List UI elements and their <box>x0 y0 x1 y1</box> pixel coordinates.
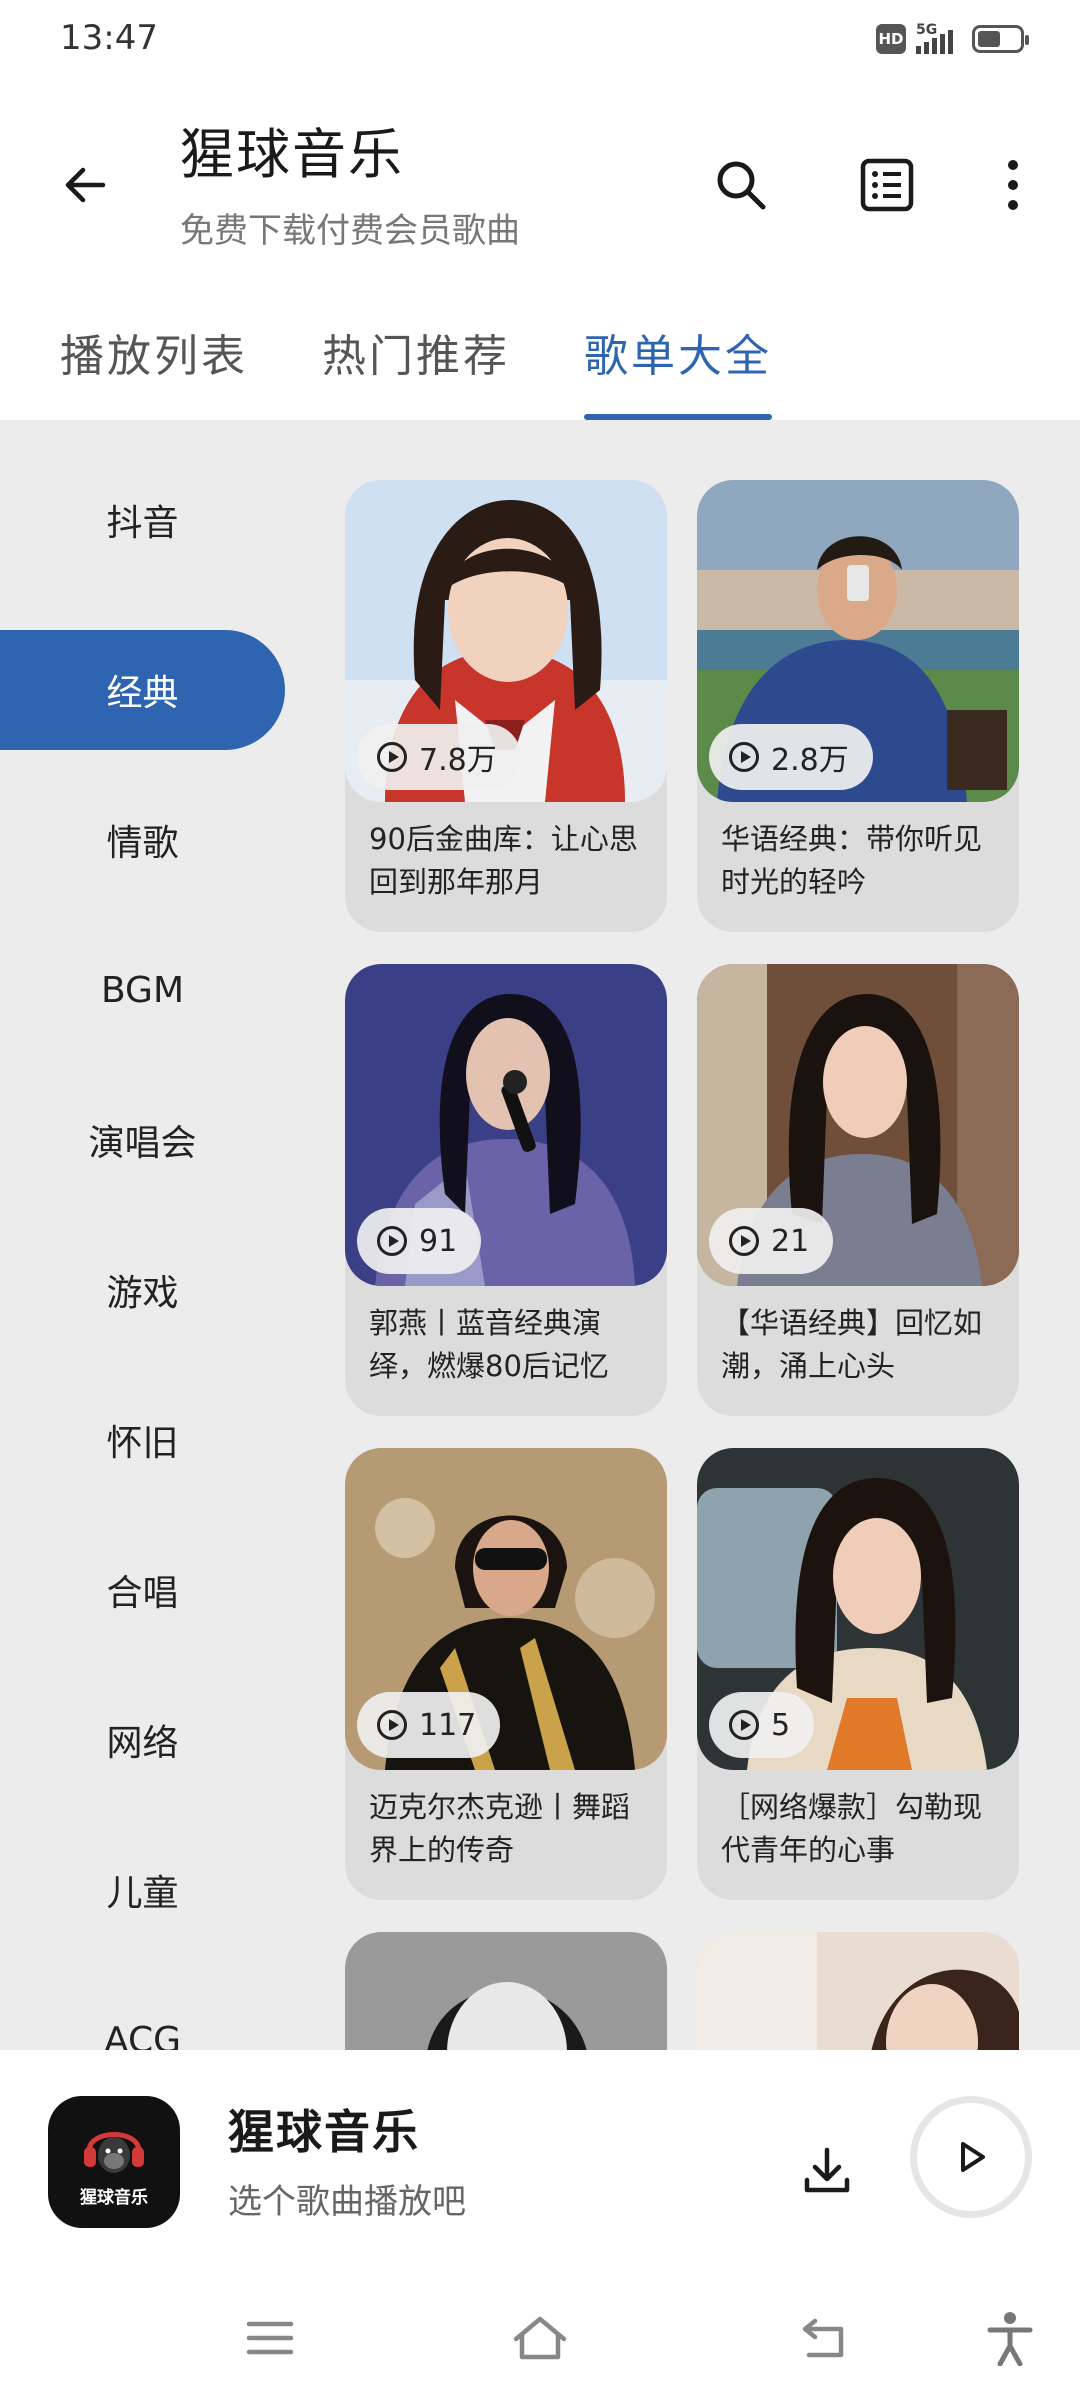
battery-icon <box>972 25 1029 53</box>
hd-icon: HD <box>876 24 906 54</box>
accessibility-icon <box>987 2312 1033 2366</box>
playlist-cover-image: 117 <box>345 1448 667 1770</box>
category-item-chorus[interactable]: 合唱 <box>0 1530 285 1650</box>
system-nav-bar <box>0 2270 1080 2408</box>
content-area: 抖音 经典 情歌 BGM 演唱会 游戏 怀旧 合唱 网络 儿童 ACG 7.8万… <box>0 420 1080 2050</box>
category-item-love-songs[interactable]: 情歌 <box>0 780 285 900</box>
playlist-card[interactable] <box>697 1932 1019 2050</box>
category-item-acg[interactable]: ACG <box>0 1980 285 2051</box>
play-count-badge: 2.8万 <box>709 724 873 790</box>
list-button[interactable] <box>842 140 932 230</box>
play-count-badge: 21 <box>709 1208 834 1274</box>
category-item-internet[interactable]: 网络 <box>0 1680 285 1800</box>
playlist-cover-image <box>345 1932 667 2050</box>
category-sidebar: 抖音 经典 情歌 BGM 演唱会 游戏 怀旧 合唱 网络 儿童 ACG <box>0 420 290 2050</box>
back-icon <box>802 2318 844 2358</box>
category-item-classic[interactable]: 经典 <box>0 630 285 750</box>
playlist-cover-image: 2.8万 <box>697 480 1019 802</box>
category-item-children[interactable]: 儿童 <box>0 1830 285 1950</box>
playlist-card[interactable]: 117 迈克尔杰克逊丨舞蹈界上的传奇 <box>345 1448 667 1900</box>
category-item-douyin[interactable]: 抖音 <box>0 460 285 580</box>
playlist-title: 郭燕丨蓝音经典演绎，燃爆80后记忆 <box>369 1306 609 1383</box>
app-bar: 猩球音乐 免费下载付费会员歌曲 <box>0 80 1080 270</box>
player-subtitle: 选个歌曲播放吧 <box>228 2182 466 2222</box>
list-icon <box>860 158 914 212</box>
signal-icon: 5G <box>916 22 962 54</box>
playlist-card[interactable]: 5 ［网络爆款］勾勒现代青年的心事 <box>697 1448 1019 1900</box>
play-count-badge: 91 <box>357 1208 482 1274</box>
playlist-title: 华语经典：带你听见时光的轻吟 <box>721 822 983 899</box>
menu-button[interactable] <box>230 2298 310 2378</box>
play-count-icon <box>729 1710 759 1740</box>
category-item-bgm[interactable]: BGM <box>0 930 285 1050</box>
playlist-card[interactable] <box>345 1932 667 2050</box>
download-button[interactable] <box>782 2126 872 2216</box>
download-icon <box>804 2147 850 2193</box>
category-item-game[interactable]: 游戏 <box>0 1230 285 1350</box>
accessibility-button[interactable] <box>970 2298 1050 2378</box>
tab-bar: 播放列表 热门推荐 歌单大全 <box>0 290 1080 420</box>
home-button[interactable] <box>500 2298 580 2378</box>
playlist-card[interactable]: 7.8万 90后金曲库：让心思回到那年那月 <box>345 480 667 932</box>
playlist-title: 90后金曲库：让心思回到那年那月 <box>369 822 638 899</box>
category-item-concert[interactable]: 演唱会 <box>0 1080 285 1200</box>
playlist-cover-image <box>697 1932 1019 2050</box>
play-icon <box>961 2142 985 2172</box>
app-subtitle: 免费下载付费会员歌曲 <box>180 211 520 251</box>
search-icon <box>717 161 766 210</box>
back-button[interactable] <box>40 140 130 230</box>
title-block: 猩球音乐 免费下载付费会员歌曲 <box>180 110 520 252</box>
status-time: 13:47 <box>60 18 158 58</box>
app-logo: 猩球音乐 <box>48 2096 180 2228</box>
search-button[interactable] <box>696 140 786 230</box>
tab-hot-recommend[interactable]: 热门推荐 <box>322 290 510 420</box>
more-button[interactable] <box>968 140 1058 230</box>
playlist-card[interactable]: 2.8万 华语经典：带你听见时光的轻吟 <box>697 480 1019 932</box>
play-count-icon <box>377 1226 407 1256</box>
network-type-label: 5G <box>916 22 938 38</box>
back-arrow-icon <box>65 167 106 203</box>
playlist-cover-image: 21 <box>697 964 1019 1286</box>
playlist-cover-image: 7.8万 <box>345 480 667 802</box>
play-count-icon <box>377 1710 407 1740</box>
play-button[interactable] <box>910 2096 1032 2218</box>
playlist-title: 迈克尔杰克逊丨舞蹈界上的传奇 <box>369 1790 631 1867</box>
playlist-cover-image: 91 <box>345 964 667 1286</box>
playlist-card[interactable]: 91 郭燕丨蓝音经典演绎，燃爆80后记忆 <box>345 964 667 1416</box>
logo-text: 猩球音乐 <box>80 2187 148 2208</box>
play-count-badge: 5 <box>709 1692 815 1758</box>
playlist-cover-image: 5 <box>697 1448 1019 1770</box>
status-bar: 13:47 HD 5G <box>0 0 1080 80</box>
home-icon <box>513 2316 567 2360</box>
play-count-badge: 117 <box>357 1692 501 1758</box>
app-title: 猩球音乐 <box>180 123 404 186</box>
tab-playlist[interactable]: 播放列表 <box>60 290 248 420</box>
status-icons: HD 5G <box>876 22 1029 54</box>
menu-icon <box>246 2321 294 2355</box>
gorilla-headphones-icon <box>84 2131 144 2173</box>
more-vertical-icon <box>1008 160 1018 210</box>
playlist-card[interactable]: 21 【华语经典】回忆如潮，涌上心头 <box>697 964 1019 1416</box>
nav-back-button[interactable] <box>784 2298 864 2378</box>
tab-playlist-collection[interactable]: 歌单大全 <box>584 290 772 420</box>
play-count-icon <box>729 1226 759 1256</box>
playlist-title: 【华语经典】回忆如潮，涌上心头 <box>721 1306 983 1383</box>
player-title: 猩球音乐 <box>228 2105 420 2159</box>
category-item-nostalgia[interactable]: 怀旧 <box>0 1380 285 1500</box>
play-count-icon <box>729 742 759 772</box>
play-count-badge: 7.8万 <box>357 724 521 790</box>
playlist-title: ［网络爆款］勾勒现代青年的心事 <box>721 1790 983 1867</box>
now-playing-bar[interactable]: 猩球音乐 猩球音乐 选个歌曲播放吧 <box>0 2050 1080 2270</box>
play-count-icon <box>377 742 407 772</box>
